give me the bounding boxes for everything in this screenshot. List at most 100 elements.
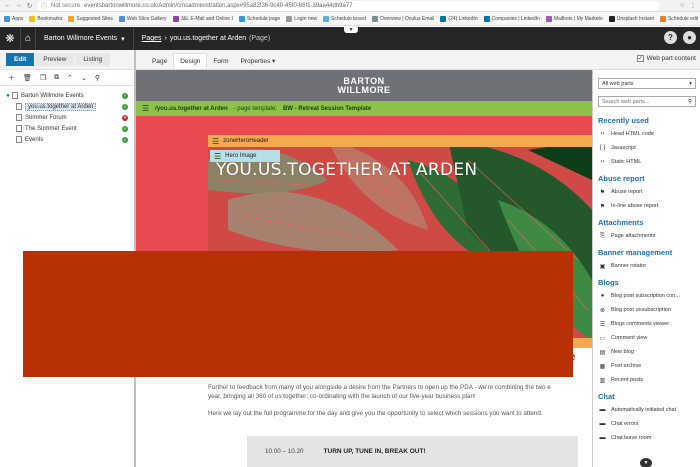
toolbox-item[interactable]: ⚑ In-line abuse report bbox=[598, 199, 698, 213]
kentico-logo-icon[interactable]: ❋ bbox=[0, 27, 20, 50]
page-icon bbox=[12, 92, 18, 99]
bookmark-item[interactable]: Companies | LinkedIn bbox=[483, 15, 540, 22]
bookmark-label: Schedule board bbox=[331, 15, 367, 22]
toolbox-item[interactable]: { } Javascript bbox=[598, 141, 698, 155]
bookmark-item[interactable]: (24) LinkedIn bbox=[440, 15, 478, 22]
page-template-bar[interactable]: ☰ /you.us.together at Arden - page templ… bbox=[136, 101, 592, 116]
toolbox-item[interactable]: ▬ Chat errors bbox=[598, 417, 698, 431]
collapse-header-toggle[interactable]: ▼ bbox=[344, 26, 358, 33]
tree-node[interactable]: The Summer Event ✓ bbox=[0, 123, 134, 134]
add-icon[interactable]: ＋ bbox=[8, 73, 15, 83]
toolbox-item-label: Blog post unsubscription bbox=[611, 307, 671, 313]
category-select[interactable]: All web parts ▾ bbox=[598, 78, 696, 89]
toolbox-item[interactable]: ▥ Recent posts bbox=[598, 373, 698, 387]
toolbox-item[interactable]: ▬ Chat leave room bbox=[598, 431, 698, 445]
breadcrumb: Pages › you.us.together at Arden (Page) bbox=[134, 35, 271, 42]
home-icon[interactable]: ⌂ bbox=[20, 27, 36, 50]
toolbox-item-label: Chat errors bbox=[611, 421, 639, 427]
agenda-row: 10.00 – 10.20 TURN UP, TUNE IN, BREAK OU… bbox=[247, 436, 578, 467]
move-down-icon[interactable]: ⌄ bbox=[81, 74, 87, 82]
tree-node[interactable]: ● Barton Willmore Events ✓ bbox=[0, 90, 134, 101]
search-icon[interactable]: ⚲ bbox=[95, 74, 100, 82]
bookmark-item[interactable]: Mailbots | My Marketo bbox=[545, 15, 603, 22]
toolbox-item[interactable]: ▤ New blog bbox=[598, 345, 698, 359]
bookmark-icon bbox=[440, 15, 447, 22]
web-part-content-toggle[interactable]: ✓ Web part content bbox=[636, 55, 696, 62]
bookmark-item[interactable]: Web Slice Gallery bbox=[118, 15, 167, 22]
bookmark-item[interactable]: Apps bbox=[4, 15, 24, 22]
toolbox-item[interactable]: ⚑ Abuse report bbox=[598, 185, 698, 199]
user-icon[interactable]: ● bbox=[683, 31, 696, 44]
breadcrumb-pages-link[interactable]: Pages bbox=[142, 35, 162, 42]
bookmark-item[interactable]: Overview | Oculus Email bbox=[372, 15, 434, 22]
bookmark-label: Bookmarks bbox=[37, 15, 63, 22]
tree-node-label: you.us.together at Arden bbox=[25, 102, 97, 111]
bookmark-item[interactable]: Schedule page bbox=[238, 15, 280, 22]
scroll-down-icon[interactable]: ▼ bbox=[640, 458, 652, 467]
tab-page[interactable]: Page bbox=[146, 54, 173, 69]
move-up-icon[interactable]: ⌃ bbox=[67, 74, 73, 82]
toolbox-category-heading[interactable]: Abuse report bbox=[598, 172, 698, 185]
toolbox-item-label: Javascript bbox=[611, 145, 636, 151]
toolbox-category-heading[interactable]: Banner management bbox=[598, 246, 698, 259]
bookmark-label: Suggested Sites bbox=[76, 15, 113, 22]
tab-properties[interactable]: Properties ▾ bbox=[235, 53, 282, 69]
toolbox-item[interactable]: ‹› Static HTML bbox=[598, 155, 698, 169]
site-name: Barton Willmore Events bbox=[44, 35, 118, 42]
move-icon[interactable]: ⧉ bbox=[54, 74, 59, 82]
bookmark-item[interactable]: J&L E-Mail and Online I bbox=[172, 15, 233, 22]
search-input[interactable] bbox=[602, 98, 682, 105]
toolbox-item-label: Comment view bbox=[611, 335, 648, 341]
star-icon[interactable]: ☆ bbox=[680, 2, 685, 9]
toolbox-item[interactable]: ⊗ Blog post unsubscription bbox=[598, 303, 698, 317]
tab-preview[interactable]: Preview bbox=[35, 53, 75, 66]
zone-header-bar[interactable]: ☰ zoneHeroHeader bbox=[208, 135, 592, 147]
toolbox-category-heading[interactable]: Attachments bbox=[598, 216, 698, 229]
menu-dots-icon[interactable]: ⋮ bbox=[690, 2, 696, 9]
toolbox-category-heading[interactable]: Blogs bbox=[598, 276, 698, 289]
checkbox-checked-icon[interactable]: ✓ bbox=[636, 55, 644, 62]
toolbox-item[interactable]: ▬ Automatically initiated chat bbox=[598, 403, 698, 417]
info-icon[interactable]: ⓘ bbox=[41, 1, 47, 10]
tab-design[interactable]: Design bbox=[173, 53, 208, 69]
toolbox-item[interactable]: ▣ Banner rotator bbox=[598, 259, 698, 273]
toolbox-item[interactable]: ▦ Post archive bbox=[598, 359, 698, 373]
tree-node[interactable]: you.us.together at Arden ✓ bbox=[0, 101, 134, 112]
bookmark-item[interactable]: Login new bbox=[286, 15, 317, 22]
toolbox-category-heading[interactable]: Recently used bbox=[598, 114, 698, 127]
help-icon[interactable]: ? bbox=[664, 31, 677, 44]
tab-listing[interactable]: Listing bbox=[75, 53, 111, 66]
back-icon[interactable]: ← bbox=[4, 2, 11, 9]
zone-menu-icon[interactable]: ☰ bbox=[212, 137, 219, 146]
bookmark-item[interactable]: Schedule edit bbox=[659, 15, 699, 22]
tab-form[interactable]: Form bbox=[207, 54, 234, 69]
url-field[interactable]: ⓘ Not secure eventsbartonwillmore.co.uk/… bbox=[37, 0, 660, 11]
toolbox-item[interactable]: ▭ Comment view bbox=[598, 331, 698, 345]
agenda-title: TURN UP, TUNE IN, BREAK OUT! bbox=[323, 448, 426, 455]
delete-icon[interactable]: 🗑 bbox=[23, 74, 32, 82]
bookmark-item[interactable]: Bookmarks bbox=[29, 15, 63, 22]
tree-expander-icon[interactable]: ● bbox=[4, 93, 12, 99]
toolbox-item[interactable]: ‹› Head HTML code bbox=[598, 127, 698, 141]
toolbox-category-heading[interactable]: Chat bbox=[598, 390, 698, 403]
tree-node[interactable]: Summer Forum ✕ bbox=[0, 112, 134, 123]
tab-edit[interactable]: Edit bbox=[6, 53, 35, 66]
copy-icon[interactable]: ❐ bbox=[40, 74, 46, 82]
chevron-down-icon: ▾ bbox=[689, 80, 692, 87]
site-selector[interactable]: Barton Willmore Events ▾ bbox=[36, 27, 134, 50]
forward-icon[interactable]: → bbox=[15, 2, 22, 9]
reload-icon[interactable]: ↻ bbox=[26, 2, 33, 10]
tree-node[interactable]: Events ✓ bbox=[0, 134, 134, 145]
toolbox-item[interactable]: ☰ Blogs comments viewer bbox=[598, 317, 698, 331]
bookmark-item[interactable]: Unsplash Instant bbox=[608, 15, 654, 22]
menu-icon[interactable]: ☰ bbox=[142, 104, 149, 113]
bookmark-label: Apps bbox=[12, 15, 24, 22]
toolbox-item-label: Chat leave room bbox=[611, 435, 652, 441]
toolbox-item[interactable]: ● Blog post subscription con... bbox=[598, 289, 698, 303]
toolbox-item[interactable]: ⎘ Page attachments bbox=[598, 229, 698, 243]
web-parts-list: Recently used ‹› Head HTML code { } Javascri… bbox=[598, 111, 698, 445]
bookmark-item[interactable]: Suggested Sites bbox=[68, 15, 113, 22]
bookmark-label: Schedule edit bbox=[667, 15, 699, 22]
bookmark-item[interactable]: Schedule board bbox=[323, 15, 367, 22]
search-icon[interactable]: ⚲ bbox=[688, 99, 692, 105]
